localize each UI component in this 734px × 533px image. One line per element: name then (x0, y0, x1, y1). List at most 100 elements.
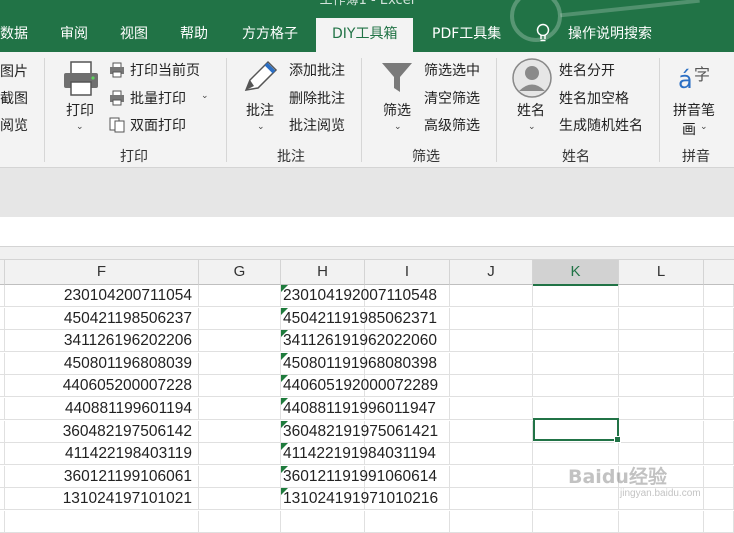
chevron-down-icon[interactable]: ⌄ (257, 122, 265, 132)
tell-me-search[interactable]: 操作说明搜索 (568, 18, 652, 52)
cell-h[interactable]: 131024191971010216 (281, 488, 438, 510)
cell-f[interactable]: 230104200711054 (5, 285, 199, 307)
cell-h[interactable]: 341126191962022060 (281, 330, 437, 352)
cell-empty[interactable] (199, 443, 281, 465)
error-indicator-icon[interactable] (281, 466, 288, 473)
cell-empty[interactable] (199, 353, 281, 375)
error-indicator-icon[interactable] (281, 488, 288, 495)
column-header-i[interactable]: I (365, 260, 450, 285)
cell-empty[interactable] (619, 375, 704, 397)
cell-empty[interactable] (365, 308, 450, 330)
cell-empty[interactable] (450, 488, 533, 510)
cell-empty[interactable] (704, 421, 734, 443)
cell-empty[interactable] (365, 421, 450, 443)
cell-h[interactable]: 360482191975061421 (281, 421, 438, 443)
cell-empty[interactable] (533, 308, 619, 330)
cell-h[interactable]: 440605192000072289 (281, 375, 438, 397)
cell-empty[interactable] (199, 285, 281, 307)
cell-f[interactable]: 450801196808039 (5, 353, 199, 375)
cell-empty[interactable] (533, 375, 619, 397)
cell-empty[interactable] (199, 308, 281, 330)
cell-empty[interactable] (450, 398, 533, 420)
cell-empty[interactable] (533, 330, 619, 352)
column-header-l[interactable]: L (619, 260, 704, 285)
cell-empty[interactable] (619, 308, 704, 330)
person-icon[interactable] (512, 58, 552, 98)
cell-empty[interactable] (704, 488, 734, 510)
column-header-k[interactable]: K (533, 260, 619, 286)
fill-handle[interactable] (614, 436, 621, 443)
pinyin-stroke-button[interactable]: 拼音笔 (673, 100, 715, 120)
cell-f[interactable]: 360482197506142 (5, 421, 199, 443)
duplex-print-button[interactable]: 双面打印 (130, 115, 186, 135)
cell-empty[interactable] (450, 353, 533, 375)
cell-empty[interactable] (704, 398, 734, 420)
cell-empty[interactable] (619, 511, 704, 533)
pencil-icon[interactable] (240, 58, 280, 96)
filter-button[interactable]: 筛选 (383, 100, 411, 120)
tab-view[interactable]: 视图 (120, 18, 148, 52)
delete-comment-button[interactable]: 删除批注 (289, 88, 345, 108)
print-button[interactable]: 打印 (66, 100, 94, 120)
cell-f[interactable]: 450421198506237 (5, 308, 199, 330)
cell-empty[interactable] (704, 466, 734, 488)
cell-empty[interactable] (533, 488, 619, 510)
random-name-button[interactable]: 生成随机姓名 (559, 115, 643, 135)
cell-empty[interactable] (365, 488, 450, 510)
chevron-down-icon[interactable]: ⌄ (394, 122, 402, 132)
error-indicator-icon[interactable] (281, 398, 288, 405)
split-name-button[interactable]: 姓名分开 (559, 60, 615, 80)
cell-empty[interactable] (199, 330, 281, 352)
batch-print-button[interactable]: 批量打印 (130, 88, 186, 108)
cell-empty[interactable] (365, 443, 450, 465)
error-indicator-icon[interactable] (281, 308, 288, 315)
screenshot-button[interactable]: 截图 (0, 88, 28, 108)
cell-empty[interactable] (704, 330, 734, 352)
tab-review[interactable]: 审阅 (60, 18, 88, 52)
cell-empty[interactable] (533, 511, 619, 533)
cell-empty[interactable] (450, 511, 533, 533)
cell-empty[interactable] (199, 421, 281, 443)
cell-empty[interactable] (365, 466, 450, 488)
tab-pdf-tools[interactable]: PDF工具集 (432, 18, 501, 52)
name-add-space-button[interactable]: 姓名加空格 (559, 88, 629, 108)
cell-h[interactable]: 440881191996011947 (281, 398, 436, 420)
cell-empty[interactable] (199, 375, 281, 397)
error-indicator-icon[interactable] (281, 285, 288, 292)
cell-empty[interactable] (533, 285, 619, 307)
cell-empty[interactable] (450, 421, 533, 443)
cell-empty[interactable] (281, 511, 365, 533)
cell-empty[interactable] (619, 285, 704, 307)
cell-empty[interactable] (199, 466, 281, 488)
chevron-down-icon[interactable]: ⌄ (201, 91, 209, 101)
clear-filter-button[interactable]: 清空筛选 (424, 88, 480, 108)
cell-empty[interactable] (450, 285, 533, 307)
cell-f[interactable]: 440881199601194 (5, 398, 199, 420)
print-current-page-button[interactable]: 打印当前页 (130, 60, 200, 80)
cell-empty[interactable] (365, 285, 450, 307)
column-header-j[interactable]: J (450, 260, 533, 285)
comment-button[interactable]: 批注 (246, 100, 274, 120)
cell-empty[interactable] (533, 353, 619, 375)
tab-fangfang[interactable]: 方方格子 (242, 18, 298, 52)
cell-empty[interactable] (450, 443, 533, 465)
cell-empty[interactable] (450, 375, 533, 397)
printer-icon[interactable] (62, 60, 100, 98)
error-indicator-icon[interactable] (281, 353, 288, 360)
cell-empty[interactable] (365, 330, 450, 352)
cell-f[interactable]: 411422198403119 (5, 443, 199, 465)
chevron-down-icon[interactable]: ⌄ (700, 122, 708, 132)
lightbulb-icon[interactable] (536, 23, 550, 43)
cell-h[interactable]: 230104192007110548 (281, 285, 437, 307)
column-header-h[interactable]: H (281, 260, 365, 285)
formula-bar[interactable] (0, 217, 734, 247)
cell-f[interactable]: 341126196202206 (5, 330, 199, 352)
cell-empty[interactable] (365, 511, 450, 533)
cell-empty[interactable] (704, 375, 734, 397)
pinyin-icon[interactable]: á 字 (678, 60, 714, 96)
active-cell-selection[interactable] (533, 418, 621, 443)
column-header-g[interactable]: G (199, 260, 281, 285)
cell-empty[interactable] (450, 330, 533, 352)
column-header-f[interactable]: F (5, 260, 199, 285)
advanced-filter-button[interactable]: 高级筛选 (424, 115, 480, 135)
